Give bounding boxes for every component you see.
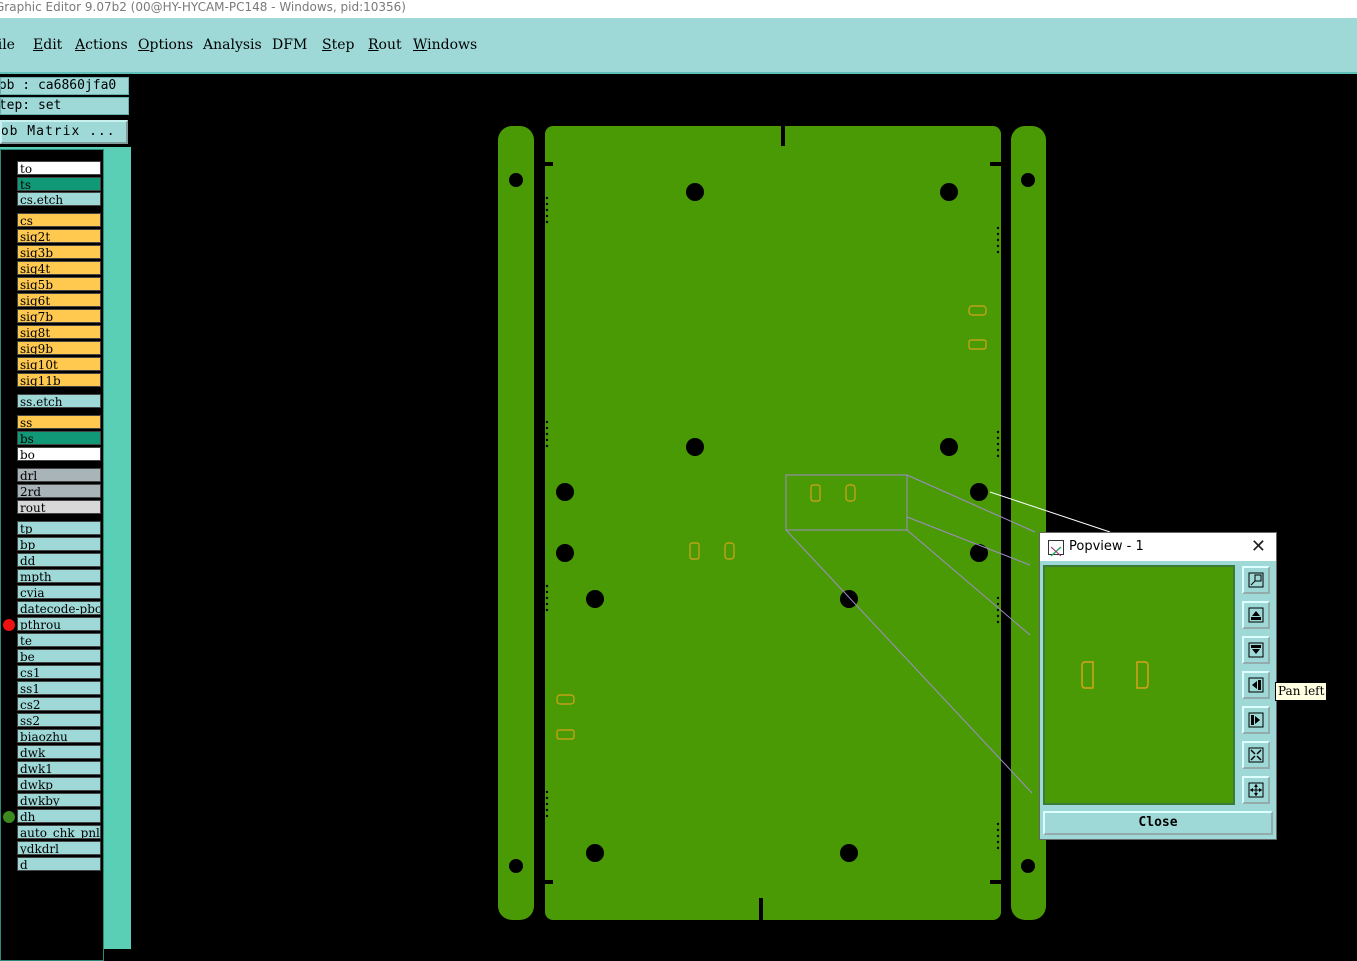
menu-analysis[interactable]: Analysis (203, 37, 262, 53)
layer-row-dd[interactable]: dd (17, 553, 101, 567)
layer-row-d[interactable]: d (17, 857, 101, 871)
layer-row-sig11b[interactable]: sig11b (17, 373, 101, 387)
layer-row-sig5b[interactable]: sig5b (17, 277, 101, 291)
layer-row-biaozhu[interactable]: biaozhu (17, 729, 101, 743)
layer-row-sig2t[interactable]: sig2t (17, 229, 101, 243)
layer-row-cs[interactable]: cs (17, 213, 101, 227)
menu-step[interactable]: Step (322, 37, 354, 53)
menu-options[interactable]: Options (138, 37, 193, 53)
layer-row-sig6t[interactable]: sig6t (17, 293, 101, 307)
zoom-in-button[interactable] (1242, 566, 1270, 594)
layer-row-to[interactable]: to (17, 161, 101, 175)
layer-row-bp[interactable]: bp (17, 537, 101, 551)
layer-row-ss2[interactable]: ss2 (17, 713, 101, 727)
layer-row-ss1[interactable]: ss1 (17, 681, 101, 695)
layer-active-dot (3, 619, 15, 631)
layer-row-te[interactable]: te (17, 633, 101, 647)
tooltip: Pan left (1275, 682, 1328, 701)
layer-row-dwk1[interactable]: dwk1 (17, 761, 101, 775)
job-matrix-button[interactable]: Job Matrix ... (0, 120, 128, 144)
step-name-field: Step: set (0, 97, 129, 115)
layer-row-be[interactable]: be (17, 649, 101, 663)
pan-down-button[interactable] (1242, 636, 1270, 664)
pan-left-button[interactable] (1242, 671, 1270, 699)
layer-row-ss-etch[interactable]: ss.etch (17, 394, 101, 408)
layer-row-ss[interactable]: ss (17, 415, 101, 429)
popview-window: Popview - 1 ✕ Close (1039, 532, 1277, 840)
window-title: Graphic Editor 9.07b2 (00@HY-HYCAM-PC148… (0, 0, 406, 14)
layer-row-dwkp[interactable]: dwkp (17, 777, 101, 791)
layer-row-sig7b[interactable]: sig7b (17, 309, 101, 323)
layer-row-sig4t[interactable]: sig4t (17, 261, 101, 275)
menu-file[interactable]: File (0, 37, 15, 53)
board-body (545, 126, 1001, 920)
layer-row-sig9b[interactable]: sig9b (17, 341, 101, 355)
layer-row-auto-chk-pnl[interactable]: auto_chk_pnl (17, 825, 101, 839)
menu-actions[interactable]: Actions (75, 37, 128, 53)
popview-title: Popview - 1 (1069, 539, 1144, 554)
popview-drawing (1081, 661, 1149, 689)
popview-viewport[interactable] (1043, 565, 1235, 805)
popview-close-button[interactable]: Close (1043, 811, 1273, 835)
layer-row-cs1[interactable]: cs1 (17, 665, 101, 679)
pan-up-button[interactable] (1242, 601, 1270, 629)
layer-row-cvia[interactable]: cvia (17, 585, 101, 599)
menu-dfm[interactable]: DFM (272, 37, 307, 53)
layer-active-dot (3, 811, 15, 823)
layer-row-pthrou[interactable]: pthrou (17, 617, 101, 631)
layer-row-mpth[interactable]: mpth (17, 569, 101, 583)
layer-row-tp[interactable]: tp (17, 521, 101, 535)
popview-app-icon (1048, 540, 1064, 557)
layer-row-sig3b[interactable]: sig3b (17, 245, 101, 259)
zoom-home-button[interactable] (1242, 776, 1270, 804)
layer-list-area: to ts cs.etch cs sig2t sig3b sig4t sig5b sig6t si… (0, 147, 131, 961)
popview-titlebar: Popview - 1 ✕ (1040, 533, 1276, 561)
window-titlebar: Graphic Editor 9.07b2 (00@HY-HYCAM-PC148… (0, 0, 1357, 18)
job-name-field: Job : ca6860jfa0 (0, 77, 129, 95)
layer-row-ts[interactable]: ts (17, 177, 101, 191)
layer-panel: Job : ca6860jfa0 Step: set Job Matrix ..… (0, 74, 131, 961)
menu-windows[interactable]: Windows (413, 37, 477, 53)
layer-row-cs-etch[interactable]: cs.etch (17, 192, 101, 206)
menu-bar: File Edit Actions Options Analysis DFM Step Rou… (0, 18, 1357, 74)
layer-list[interactable]: to ts cs.etch cs sig2t sig3b sig4t sig5b sig6t si… (0, 149, 104, 961)
menu-rout[interactable]: Rout (368, 37, 402, 53)
zoom-out-button[interactable] (1242, 741, 1270, 769)
close-icon[interactable]: ✕ (1251, 533, 1266, 561)
layer-row-sig8t[interactable]: sig8t (17, 325, 101, 339)
layer-row-2rd[interactable]: 2rd (17, 484, 101, 498)
board-rail-left (498, 126, 534, 920)
layer-row-bo[interactable]: bo (17, 447, 101, 461)
layer-row-rout[interactable]: rout (17, 500, 101, 514)
layer-row-dh[interactable]: dh (17, 809, 101, 823)
layer-row-bs[interactable]: bs (17, 431, 101, 445)
layer-row-datecode-pbc[interactable]: datecode-pbc (17, 601, 101, 615)
layer-row-dwkby[interactable]: dwkby (17, 793, 101, 807)
layer-row-sig10t[interactable]: sig10t (17, 357, 101, 371)
layer-row-cs2[interactable]: cs2 (17, 697, 101, 711)
layer-row-dwk[interactable]: dwk (17, 745, 101, 759)
layer-row-drl[interactable]: drl (17, 468, 101, 482)
pan-right-button[interactable] (1242, 706, 1270, 734)
menu-edit[interactable]: Edit (33, 37, 62, 53)
layer-row-ydkdrl[interactable]: ydkdrl (17, 841, 101, 855)
